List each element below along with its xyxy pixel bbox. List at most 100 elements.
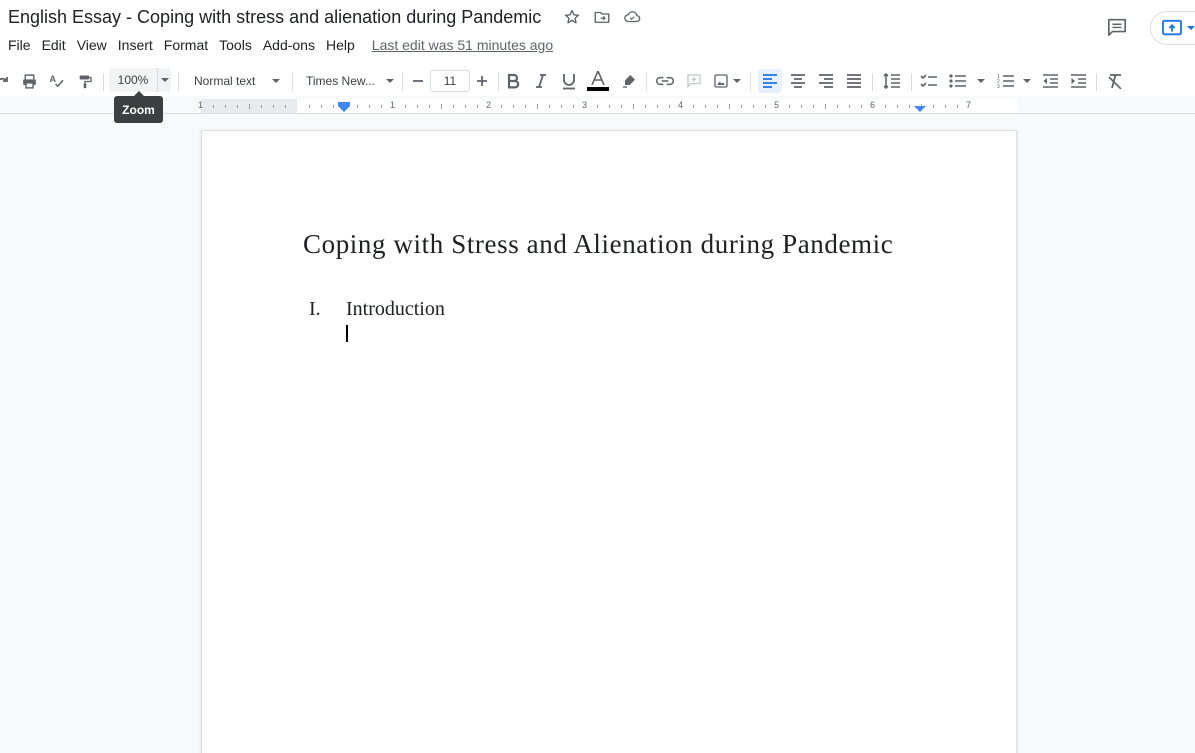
font-family-value: Times New...: [306, 74, 375, 88]
menu-edit[interactable]: Edit: [42, 35, 66, 55]
ruler-tick: [441, 104, 442, 109]
ruler-tick: [453, 105, 454, 108]
ruler-tick: [621, 105, 622, 108]
font-family-select[interactable]: Times New...: [302, 69, 398, 93]
menu-tools[interactable]: Tools: [219, 35, 252, 55]
line-spacing-icon[interactable]: [880, 69, 904, 93]
menu-insert[interactable]: Insert: [118, 35, 153, 55]
highlight-color-icon[interactable]: [618, 69, 640, 93]
font-size-input[interactable]: 11: [430, 70, 470, 92]
ruler-tick: [753, 105, 754, 108]
ruler-tick: [933, 105, 934, 108]
ruler-tick: [657, 105, 658, 108]
align-center-icon[interactable]: [787, 69, 809, 93]
horizontal-ruler[interactable]: 1 1 2 3 4 5 6 7: [0, 99, 1195, 114]
justify-icon[interactable]: [843, 69, 865, 93]
zoom-select[interactable]: 100%: [109, 68, 171, 92]
ruler-tick: [801, 105, 802, 108]
ruler-tick: [693, 105, 694, 108]
bulleted-list-icon[interactable]: [946, 69, 988, 93]
ruler-tick: [429, 105, 430, 108]
checklist-icon[interactable]: [918, 69, 940, 93]
folder-move-icon[interactable]: [592, 7, 612, 27]
text-color-swatch: [587, 87, 609, 91]
comments-icon[interactable]: [1104, 15, 1130, 39]
print-icon[interactable]: [18, 69, 40, 93]
decrease-indent-icon[interactable]: [1039, 69, 1061, 93]
align-left-icon[interactable]: [758, 69, 782, 93]
redo-icon[interactable]: [0, 69, 10, 93]
paragraph-style-select[interactable]: Normal text: [190, 69, 284, 93]
increase-indent-icon[interactable]: [1067, 69, 1089, 93]
ruler-tick: [369, 105, 370, 108]
ruler-label: 4: [678, 100, 684, 110]
spellcheck-icon[interactable]: A: [46, 69, 68, 93]
chevron-down-icon: [1187, 26, 1195, 30]
essay-title[interactable]: Coping with Stress and Alienation during…: [303, 229, 893, 260]
ruler-tick: [849, 105, 850, 108]
ruler-tick: [945, 105, 946, 108]
paint-format-icon[interactable]: [74, 69, 96, 93]
decrease-font-size-button[interactable]: [407, 69, 429, 93]
right-indent-marker[interactable]: [914, 106, 926, 112]
ruler-tick: [633, 104, 634, 109]
ruler-label: 1: [198, 100, 204, 110]
text-color-icon[interactable]: [586, 69, 610, 93]
italic-icon[interactable]: [530, 69, 552, 93]
menu-format[interactable]: Format: [164, 35, 208, 55]
ruler-tick: [957, 105, 958, 108]
align-right-icon[interactable]: [815, 69, 837, 93]
toolbar-divider: [911, 73, 912, 91]
ruler-tick: [417, 105, 418, 108]
text-cursor: [346, 325, 348, 342]
ruler-tick: [765, 105, 766, 108]
left-indent-marker[interactable]: [338, 106, 350, 112]
ruler-label: 3: [582, 100, 588, 110]
ruler-tick: [897, 105, 898, 108]
document-page[interactable]: Coping with Stress and Alienation during…: [201, 130, 1017, 753]
ruler-tick: [825, 104, 826, 109]
ruler-tick: [885, 105, 886, 108]
menu-addons[interactable]: Add-ons: [263, 35, 315, 55]
ruler-tick: [513, 105, 514, 108]
zoom-dropdown-arrow[interactable]: [157, 68, 171, 92]
toolbar-divider: [292, 73, 293, 91]
star-icon[interactable]: [562, 7, 582, 27]
cloud-status-icon[interactable]: [622, 7, 642, 27]
clear-formatting-icon[interactable]: [1104, 69, 1126, 93]
toolbar-divider: [750, 73, 751, 91]
svg-text:3: 3: [997, 84, 1000, 89]
menu-view[interactable]: View: [77, 35, 107, 55]
ruler-tick: [273, 105, 274, 108]
underline-icon[interactable]: [558, 69, 580, 93]
toolbar-divider: [646, 73, 647, 91]
ruler-tick: [669, 105, 670, 108]
insert-image-icon[interactable]: [710, 69, 744, 93]
chevron-down-icon: [160, 78, 169, 82]
ruler-tick: [501, 105, 502, 108]
present-button[interactable]: [1150, 11, 1195, 45]
numbered-list-icon[interactable]: 123: [994, 69, 1034, 93]
last-edit-link[interactable]: Last edit was 51 minutes ago: [372, 37, 553, 53]
bold-icon[interactable]: [502, 69, 524, 93]
ruler-tick: [381, 105, 382, 108]
increase-font-size-button[interactable]: [471, 69, 493, 93]
list-item[interactable]: Introduction: [346, 298, 445, 321]
ruler-label: 5: [774, 100, 780, 110]
ruler-tick: [333, 105, 334, 108]
insert-link-icon[interactable]: [654, 69, 676, 93]
menu-file[interactable]: File: [8, 35, 31, 55]
ruler-label: 2: [486, 100, 492, 110]
zoom-value: 100%: [117, 73, 149, 87]
ruler-tick: [261, 105, 262, 108]
toolbar-divider: [872, 73, 873, 91]
paragraph-style-value: Normal text: [194, 74, 256, 88]
ruler-tick: [537, 104, 538, 109]
ruler-tick: [645, 105, 646, 108]
ruler-tick: [213, 105, 214, 108]
ruler-tick: [225, 105, 226, 108]
menu-help[interactable]: Help: [326, 35, 355, 55]
add-comment-icon[interactable]: [683, 69, 705, 93]
ruler-tick: [789, 105, 790, 108]
document-title[interactable]: English Essay - Coping with stress and a…: [8, 6, 541, 28]
